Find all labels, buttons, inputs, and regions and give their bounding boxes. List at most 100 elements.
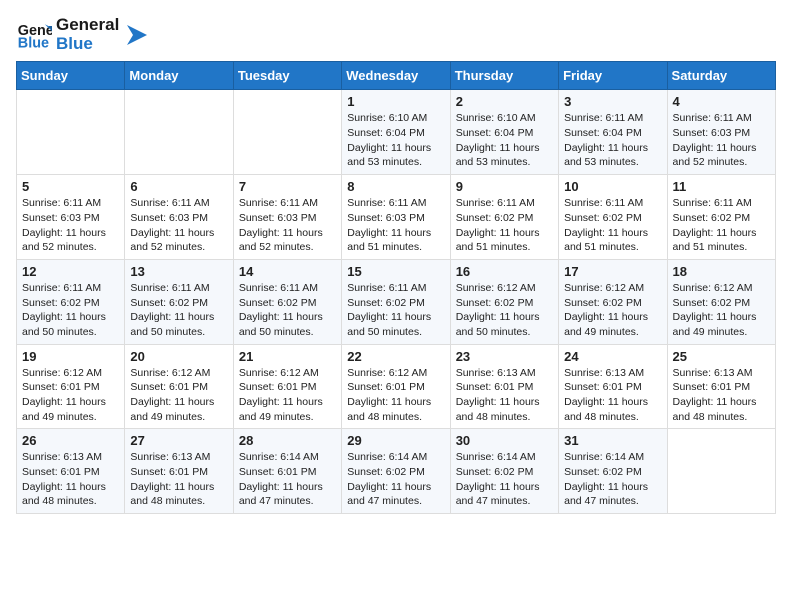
day-info: Sunrise: 6:11 AM Sunset: 6:02 PM Dayligh… (239, 281, 336, 340)
day-number: 31 (564, 433, 661, 448)
day-info: Sunrise: 6:11 AM Sunset: 6:02 PM Dayligh… (456, 196, 553, 255)
day-info: Sunrise: 6:13 AM Sunset: 6:01 PM Dayligh… (130, 450, 227, 509)
calendar-table: SundayMondayTuesdayWednesdayThursdayFrid… (16, 61, 776, 514)
day-info: Sunrise: 6:11 AM Sunset: 6:02 PM Dayligh… (347, 281, 444, 340)
day-info: Sunrise: 6:13 AM Sunset: 6:01 PM Dayligh… (564, 366, 661, 425)
day-number: 1 (347, 94, 444, 109)
calendar-cell: 24 Sunrise: 6:13 AM Sunset: 6:01 PM Dayli… (559, 344, 667, 429)
day-number: 11 (673, 179, 770, 194)
day-number: 30 (456, 433, 553, 448)
weekday-header-sunday: Sunday (17, 62, 125, 90)
day-info: Sunrise: 6:11 AM Sunset: 6:03 PM Dayligh… (347, 196, 444, 255)
day-number: 25 (673, 349, 770, 364)
calendar-cell: 22Sunrise: 6:12 AM Sunset: 6:01 PM Dayli… (342, 344, 450, 429)
weekday-header-monday: Monday (125, 62, 233, 90)
calendar-cell (233, 90, 341, 175)
day-number: 9 (456, 179, 553, 194)
day-info: Sunrise: 6:11 AM Sunset: 6:02 PM Dayligh… (130, 281, 227, 340)
day-info: Sunrise: 6:14 AM Sunset: 6:02 PM Dayligh… (564, 450, 661, 509)
calendar-week-2: 5 Sunrise: 6:11 AM Sunset: 6:03 PM Daylig… (17, 175, 776, 260)
calendar-cell: 19 Sunrise: 6:12 AM Sunset: 6:01 PM Dayli… (17, 344, 125, 429)
day-info: Sunrise: 6:11 AM Sunset: 6:03 PM Dayligh… (130, 196, 227, 255)
day-number: 28 (239, 433, 336, 448)
weekday-header-saturday: Saturday (667, 62, 775, 90)
day-info: Sunrise: 6:11 AM Sunset: 6:03 PM Dayligh… (239, 196, 336, 255)
calendar-cell: 27 Sunrise: 6:13 AM Sunset: 6:01 PM Dayli… (125, 429, 233, 514)
calendar-cell: 25 Sunrise: 6:13 AM Sunset: 6:01 PM Dayli… (667, 344, 775, 429)
day-info: Sunrise: 6:11 AM Sunset: 6:02 PM Dayligh… (564, 196, 661, 255)
calendar-cell: 14 Sunrise: 6:11 AM Sunset: 6:02 PM Dayli… (233, 259, 341, 344)
calendar-cell: 6 Sunrise: 6:11 AM Sunset: 6:03 PM Daylig… (125, 175, 233, 260)
logo-blue: Blue (56, 35, 119, 54)
calendar-cell: 21Sunrise: 6:12 AM Sunset: 6:01 PM Dayli… (233, 344, 341, 429)
calendar-week-1: 1 Sunrise: 6:10 AM Sunset: 6:04 PM Daylig… (17, 90, 776, 175)
day-number: 10 (564, 179, 661, 194)
day-number: 14 (239, 264, 336, 279)
calendar-week-5: 26 Sunrise: 6:13 AM Sunset: 6:01 PM Dayli… (17, 429, 776, 514)
calendar-cell: 8Sunrise: 6:11 AM Sunset: 6:03 PM Daylig… (342, 175, 450, 260)
day-info: Sunrise: 6:10 AM Sunset: 6:04 PM Dayligh… (456, 111, 553, 170)
day-info: Sunrise: 6:11 AM Sunset: 6:02 PM Dayligh… (673, 196, 770, 255)
calendar-cell: 15 Sunrise: 6:11 AM Sunset: 6:02 PM Dayli… (342, 259, 450, 344)
day-info: Sunrise: 6:12 AM Sunset: 6:01 PM Dayligh… (22, 366, 119, 425)
calendar-cell (17, 90, 125, 175)
day-info: Sunrise: 6:14 AM Sunset: 6:02 PM Dayligh… (456, 450, 553, 509)
day-number: 7 (239, 179, 336, 194)
calendar-cell: 4Sunrise: 6:11 AM Sunset: 6:03 PM Daylig… (667, 90, 775, 175)
day-info: Sunrise: 6:13 AM Sunset: 6:01 PM Dayligh… (673, 366, 770, 425)
day-info: Sunrise: 6:11 AM Sunset: 6:03 PM Dayligh… (22, 196, 119, 255)
day-number: 15 (347, 264, 444, 279)
day-number: 21 (239, 349, 336, 364)
calendar-cell: 20 Sunrise: 6:12 AM Sunset: 6:01 PM Dayli… (125, 344, 233, 429)
day-number: 24 (564, 349, 661, 364)
day-info: Sunrise: 6:14 AM Sunset: 6:02 PM Dayligh… (347, 450, 444, 509)
day-number: 27 (130, 433, 227, 448)
calendar-cell: 26 Sunrise: 6:13 AM Sunset: 6:01 PM Dayli… (17, 429, 125, 514)
calendar-cell: 29 Sunrise: 6:14 AM Sunset: 6:02 PM Dayli… (342, 429, 450, 514)
day-info: Sunrise: 6:13 AM Sunset: 6:01 PM Dayligh… (22, 450, 119, 509)
day-info: Sunrise: 6:12 AM Sunset: 6:01 PM Dayligh… (130, 366, 227, 425)
day-number: 4 (673, 94, 770, 109)
day-number: 26 (22, 433, 119, 448)
day-number: 6 (130, 179, 227, 194)
calendar-cell: 31 Sunrise: 6:14 AM Sunset: 6:02 PM Dayli… (559, 429, 667, 514)
day-number: 12 (22, 264, 119, 279)
day-number: 20 (130, 349, 227, 364)
calendar-cell: 2 Sunrise: 6:10 AM Sunset: 6:04 PM Daylig… (450, 90, 558, 175)
page-header: General Blue General Blue (16, 16, 776, 53)
calendar-cell: 13 Sunrise: 6:11 AM Sunset: 6:02 PM Dayli… (125, 259, 233, 344)
weekday-header-thursday: Thursday (450, 62, 558, 90)
calendar-cell: 11 Sunrise: 6:11 AM Sunset: 6:02 PM Dayli… (667, 175, 775, 260)
day-number: 3 (564, 94, 661, 109)
calendar-cell: 3 Sunrise: 6:11 AM Sunset: 6:04 PM Daylig… (559, 90, 667, 175)
logo: General Blue General Blue (16, 16, 151, 53)
day-number: 19 (22, 349, 119, 364)
day-info: Sunrise: 6:12 AM Sunset: 6:02 PM Dayligh… (564, 281, 661, 340)
day-info: Sunrise: 6:12 AM Sunset: 6:02 PM Dayligh… (673, 281, 770, 340)
calendar-cell (125, 90, 233, 175)
day-number: 13 (130, 264, 227, 279)
calendar-cell: 5 Sunrise: 6:11 AM Sunset: 6:03 PM Daylig… (17, 175, 125, 260)
logo-general: General (56, 16, 119, 35)
day-info: Sunrise: 6:10 AM Sunset: 6:04 PM Dayligh… (347, 111, 444, 170)
weekday-header-tuesday: Tuesday (233, 62, 341, 90)
calendar-cell: 16Sunrise: 6:12 AM Sunset: 6:02 PM Dayli… (450, 259, 558, 344)
calendar-cell: 1 Sunrise: 6:10 AM Sunset: 6:04 PM Daylig… (342, 90, 450, 175)
weekday-header-row: SundayMondayTuesdayWednesdayThursdayFrid… (17, 62, 776, 90)
calendar-week-4: 19 Sunrise: 6:12 AM Sunset: 6:01 PM Dayli… (17, 344, 776, 429)
day-info: Sunrise: 6:11 AM Sunset: 6:02 PM Dayligh… (22, 281, 119, 340)
day-info: Sunrise: 6:14 AM Sunset: 6:01 PM Dayligh… (239, 450, 336, 509)
logo-icon: General Blue (16, 17, 52, 53)
calendar-cell: 30 Sunrise: 6:14 AM Sunset: 6:02 PM Dayli… (450, 429, 558, 514)
calendar-cell: 18Sunrise: 6:12 AM Sunset: 6:02 PM Dayli… (667, 259, 775, 344)
day-number: 17 (564, 264, 661, 279)
day-number: 23 (456, 349, 553, 364)
day-info: Sunrise: 6:12 AM Sunset: 6:01 PM Dayligh… (347, 366, 444, 425)
calendar-week-3: 12 Sunrise: 6:11 AM Sunset: 6:02 PM Dayli… (17, 259, 776, 344)
weekday-header-wednesday: Wednesday (342, 62, 450, 90)
calendar-cell: 23Sunrise: 6:13 AM Sunset: 6:01 PM Dayli… (450, 344, 558, 429)
day-number: 29 (347, 433, 444, 448)
day-info: Sunrise: 6:11 AM Sunset: 6:04 PM Dayligh… (564, 111, 661, 170)
day-number: 2 (456, 94, 553, 109)
day-number: 5 (22, 179, 119, 194)
